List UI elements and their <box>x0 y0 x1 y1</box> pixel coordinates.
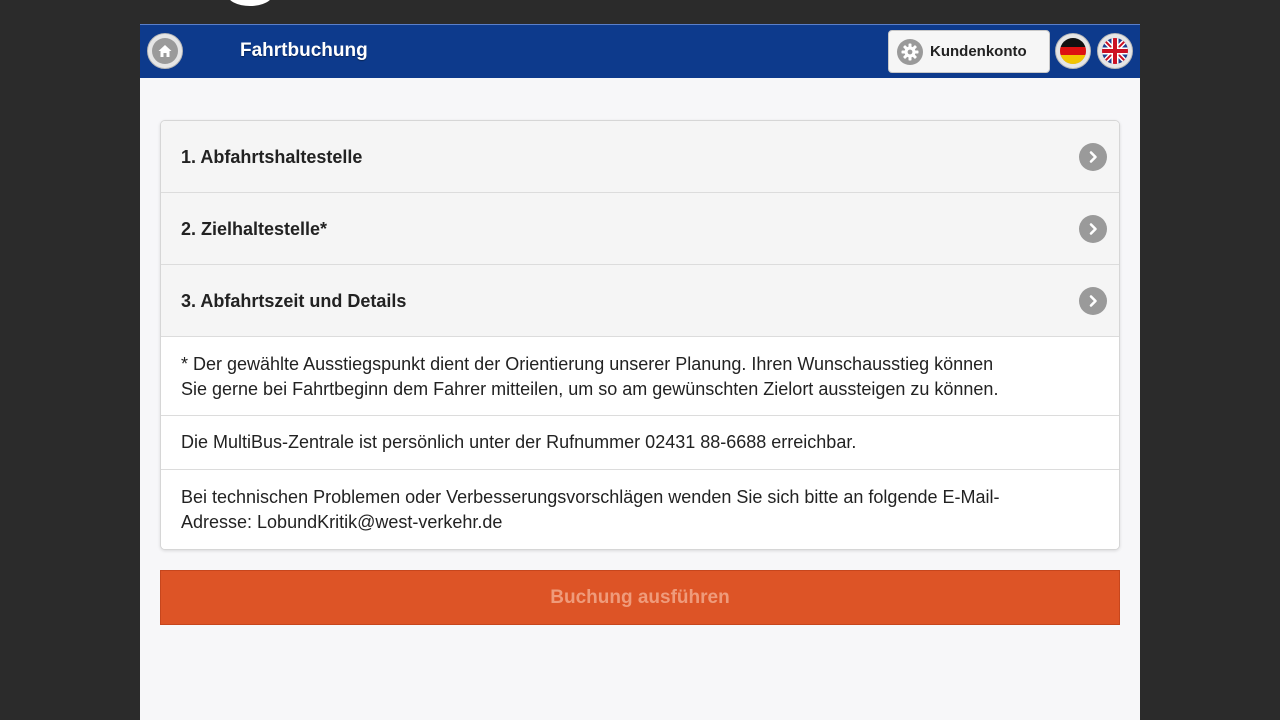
step-departure-time-details[interactable]: 3. Abfahrtszeit und Details <box>161 265 1119 337</box>
language-de-button[interactable] <box>1055 33 1091 69</box>
step-label: 2. Zielhaltestelle* <box>181 219 328 239</box>
language-en-button[interactable] <box>1097 33 1133 69</box>
support-info-line-2: Adresse: LobundKritik@west-verkehr.de <box>181 512 503 532</box>
page-title: Fahrtbuchung <box>240 40 368 61</box>
execute-booking-button[interactable]: Buchung ausführen <box>160 570 1120 625</box>
chevron-right-icon <box>1089 151 1097 163</box>
chevron-right-icon <box>1089 223 1097 235</box>
phone-info: Die MultiBus-Zentrale ist persönlich unt… <box>161 416 1119 470</box>
exit-point-note: * Der gewählte Ausstiegspunkt dient der … <box>161 337 1119 416</box>
top-notch <box>227 0 273 6</box>
step-label: 3. Abfahrtszeit und Details <box>181 291 407 311</box>
app-page: Fahrtbuchung Kundenkonto 1. Abfahrtshalt… <box>140 24 1140 720</box>
gear-icon <box>901 43 919 60</box>
support-info-line-1: Bei technischen Problemen oder Verbesser… <box>181 487 1000 507</box>
exit-point-note-line-2: Sie gerne bei Fahrtbeginn dem Fahrer mit… <box>181 379 999 399</box>
flag-de-icon <box>1060 38 1086 64</box>
support-info: Bei technischen Problemen oder Verbesser… <box>161 470 1119 549</box>
exit-point-note-line-1: * Der gewählte Ausstiegspunkt dient der … <box>181 354 994 374</box>
booking-card: 1. Abfahrtshaltestelle 2. Zielhaltestell… <box>160 120 1120 550</box>
flag-uk-icon <box>1102 38 1128 64</box>
customer-account-label: Kundenkonto <box>930 43 1027 60</box>
home-icon <box>158 45 172 57</box>
chevron-right-icon <box>1089 295 1097 307</box>
customer-account-button[interactable]: Kundenkonto <box>888 30 1050 73</box>
step-label: 1. Abfahrtshaltestelle <box>181 147 363 167</box>
step-departure-stop[interactable]: 1. Abfahrtshaltestelle <box>161 121 1119 193</box>
step-destination-stop[interactable]: 2. Zielhaltestelle* <box>161 193 1119 265</box>
home-button[interactable] <box>147 33 183 69</box>
phone-info-text: Die MultiBus-Zentrale ist persönlich unt… <box>181 432 857 452</box>
header-bar: Fahrtbuchung Kundenkonto <box>140 24 1140 78</box>
